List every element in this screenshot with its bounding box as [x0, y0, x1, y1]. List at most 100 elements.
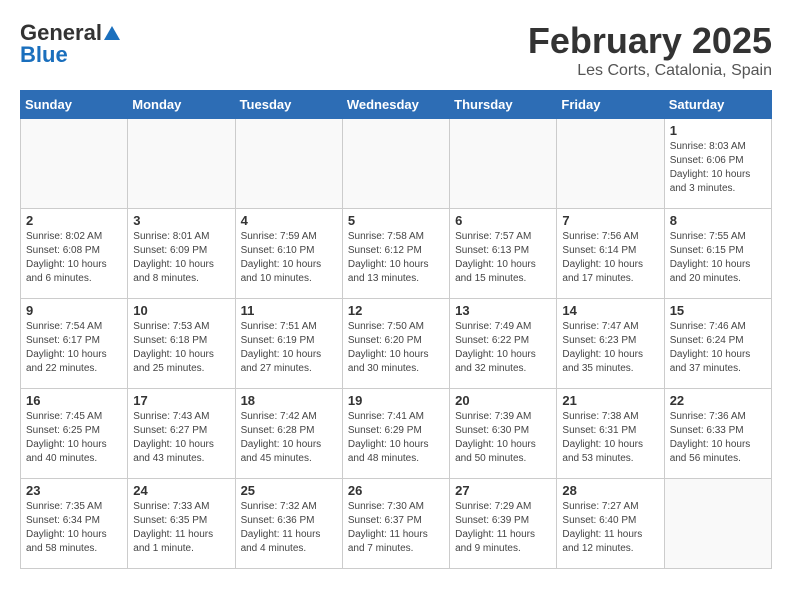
day-info: Sunrise: 7:38 AM Sunset: 6:31 PM Dayligh… [562, 410, 658, 466]
day-info: Sunrise: 7:56 AM Sunset: 6:14 PM Dayligh… [562, 230, 658, 286]
empty-cell [450, 119, 557, 209]
day-cell-10: 10 Sunrise: 7:53 AM Sunset: 6:18 PM Dayli… [128, 299, 235, 389]
weekday-header-friday: Friday [557, 91, 664, 119]
day-info: Sunrise: 7:36 AM Sunset: 6:33 PM Dayligh… [670, 410, 766, 466]
weekday-header-sunday: Sunday [21, 91, 128, 119]
day-info: Sunrise: 7:58 AM Sunset: 6:12 PM Dayligh… [348, 230, 444, 286]
month-title: February 2025 [528, 20, 772, 62]
day-cell-7: 7 Sunrise: 7:56 AM Sunset: 6:14 PM Daylig… [557, 209, 664, 299]
day-info: Sunrise: 8:03 AM Sunset: 6:06 PM Dayligh… [670, 140, 766, 196]
day-cell-21: 21 Sunrise: 7:38 AM Sunset: 6:31 PM Dayli… [557, 389, 664, 479]
location-title: Les Corts, Catalonia, Spain [528, 62, 772, 80]
day-info: Sunrise: 7:35 AM Sunset: 6:34 PM Dayligh… [26, 500, 122, 556]
day-info: Sunrise: 7:49 AM Sunset: 6:22 PM Dayligh… [455, 320, 551, 376]
day-number: 1 [670, 123, 766, 138]
day-cell-13: 13 Sunrise: 7:49 AM Sunset: 6:22 PM Dayli… [450, 299, 557, 389]
day-cell-14: 14 Sunrise: 7:47 AM Sunset: 6:23 PM Dayli… [557, 299, 664, 389]
day-cell-18: 18 Sunrise: 7:42 AM Sunset: 6:28 PM Dayli… [235, 389, 342, 479]
day-cell-1: 1 Sunrise: 8:03 AM Sunset: 6:06 PM Daylig… [664, 119, 771, 209]
empty-cell [235, 119, 342, 209]
week-row-2: 2Sunrise: 8:02 AM Sunset: 6:08 PM Daylig… [21, 209, 772, 299]
day-info: Sunrise: 7:50 AM Sunset: 6:20 PM Dayligh… [348, 320, 444, 376]
day-info: Sunrise: 7:51 AM Sunset: 6:19 PM Dayligh… [241, 320, 337, 376]
week-row-5: 23 Sunrise: 7:35 AM Sunset: 6:34 PM Dayli… [21, 479, 772, 569]
week-row-1: 1 Sunrise: 8:03 AM Sunset: 6:06 PM Daylig… [21, 119, 772, 209]
day-number: 4 [241, 213, 337, 228]
logo-blue: Blue [20, 42, 68, 68]
week-row-4: 16 Sunrise: 7:45 AM Sunset: 6:25 PM Dayli… [21, 389, 772, 479]
day-number: 16 [26, 393, 122, 408]
day-cell-9: 9Sunrise: 7:54 AM Sunset: 6:17 PM Daylig… [21, 299, 128, 389]
day-cell-12: 12 Sunrise: 7:50 AM Sunset: 6:20 PM Dayli… [342, 299, 449, 389]
day-info: Sunrise: 7:32 AM Sunset: 6:36 PM Dayligh… [241, 500, 337, 556]
day-cell-5: 5 Sunrise: 7:58 AM Sunset: 6:12 PM Daylig… [342, 209, 449, 299]
empty-cell [21, 119, 128, 209]
day-info: Sunrise: 7:45 AM Sunset: 6:25 PM Dayligh… [26, 410, 122, 466]
weekday-header-monday: Monday [128, 91, 235, 119]
day-number: 15 [670, 303, 766, 318]
week-row-3: 9Sunrise: 7:54 AM Sunset: 6:17 PM Daylig… [21, 299, 772, 389]
day-number: 23 [26, 483, 122, 498]
day-cell-11: 11 Sunrise: 7:51 AM Sunset: 6:19 PM Dayli… [235, 299, 342, 389]
day-number: 11 [241, 303, 337, 318]
day-number: 27 [455, 483, 551, 498]
weekday-header-wednesday: Wednesday [342, 91, 449, 119]
day-number: 12 [348, 303, 444, 318]
day-number: 20 [455, 393, 551, 408]
day-cell-4: 4 Sunrise: 7:59 AM Sunset: 6:10 PM Daylig… [235, 209, 342, 299]
day-number: 14 [562, 303, 658, 318]
day-cell-2: 2Sunrise: 8:02 AM Sunset: 6:08 PM Daylig… [21, 209, 128, 299]
day-info: Sunrise: 7:55 AM Sunset: 6:15 PM Dayligh… [670, 230, 766, 286]
logo: General Blue [20, 20, 122, 68]
day-info: Sunrise: 8:02 AM Sunset: 6:08 PM Dayligh… [26, 230, 122, 286]
day-cell-15: 15 Sunrise: 7:46 AM Sunset: 6:24 PM Dayli… [664, 299, 771, 389]
day-cell-8: 8 Sunrise: 7:55 AM Sunset: 6:15 PM Daylig… [664, 209, 771, 299]
day-cell-3: 3Sunrise: 8:01 AM Sunset: 6:09 PM Daylig… [128, 209, 235, 299]
day-number: 19 [348, 393, 444, 408]
day-info: Sunrise: 7:39 AM Sunset: 6:30 PM Dayligh… [455, 410, 551, 466]
day-info: Sunrise: 7:57 AM Sunset: 6:13 PM Dayligh… [455, 230, 551, 286]
day-number: 18 [241, 393, 337, 408]
day-info: Sunrise: 8:01 AM Sunset: 6:09 PM Dayligh… [133, 230, 229, 286]
day-number: 17 [133, 393, 229, 408]
title-block: February 2025 Les Corts, Catalonia, Spai… [528, 20, 772, 80]
day-cell-22: 22 Sunrise: 7:36 AM Sunset: 6:33 PM Dayli… [664, 389, 771, 479]
day-info: Sunrise: 7:43 AM Sunset: 6:27 PM Dayligh… [133, 410, 229, 466]
day-number: 8 [670, 213, 766, 228]
day-cell-23: 23 Sunrise: 7:35 AM Sunset: 6:34 PM Dayli… [21, 479, 128, 569]
day-number: 6 [455, 213, 551, 228]
day-info: Sunrise: 7:47 AM Sunset: 6:23 PM Dayligh… [562, 320, 658, 376]
day-number: 21 [562, 393, 658, 408]
day-cell-28: 28Sunrise: 7:27 AM Sunset: 6:40 PM Dayli… [557, 479, 664, 569]
day-info: Sunrise: 7:33 AM Sunset: 6:35 PM Dayligh… [133, 500, 229, 556]
day-info: Sunrise: 7:53 AM Sunset: 6:18 PM Dayligh… [133, 320, 229, 376]
empty-cell [128, 119, 235, 209]
weekday-header-thursday: Thursday [450, 91, 557, 119]
weekday-header-row: SundayMondayTuesdayWednesdayThursdayFrid… [21, 91, 772, 119]
day-cell-6: 6 Sunrise: 7:57 AM Sunset: 6:13 PM Daylig… [450, 209, 557, 299]
day-number: 10 [133, 303, 229, 318]
day-number: 22 [670, 393, 766, 408]
weekday-header-saturday: Saturday [664, 91, 771, 119]
day-info: Sunrise: 7:59 AM Sunset: 6:10 PM Dayligh… [241, 230, 337, 286]
day-number: 13 [455, 303, 551, 318]
day-cell-25: 25 Sunrise: 7:32 AM Sunset: 6:36 PM Dayli… [235, 479, 342, 569]
day-info: Sunrise: 7:41 AM Sunset: 6:29 PM Dayligh… [348, 410, 444, 466]
day-cell-20: 20 Sunrise: 7:39 AM Sunset: 6:30 PM Dayli… [450, 389, 557, 479]
day-cell-16: 16 Sunrise: 7:45 AM Sunset: 6:25 PM Dayli… [21, 389, 128, 479]
day-info: Sunrise: 7:46 AM Sunset: 6:24 PM Dayligh… [670, 320, 766, 376]
calendar-table: SundayMondayTuesdayWednesdayThursdayFrid… [20, 90, 772, 569]
day-cell-24: 24 Sunrise: 7:33 AM Sunset: 6:35 PM Dayli… [128, 479, 235, 569]
day-number: 25 [241, 483, 337, 498]
logo-triangle-icon [103, 24, 121, 42]
empty-cell [342, 119, 449, 209]
day-cell-19: 19 Sunrise: 7:41 AM Sunset: 6:29 PM Dayli… [342, 389, 449, 479]
day-info: Sunrise: 7:29 AM Sunset: 6:39 PM Dayligh… [455, 500, 551, 556]
empty-cell [557, 119, 664, 209]
day-number: 7 [562, 213, 658, 228]
day-info: Sunrise: 7:30 AM Sunset: 6:37 PM Dayligh… [348, 500, 444, 556]
day-number: 5 [348, 213, 444, 228]
day-number: 24 [133, 483, 229, 498]
day-number: 28 [562, 483, 658, 498]
day-info: Sunrise: 7:42 AM Sunset: 6:28 PM Dayligh… [241, 410, 337, 466]
